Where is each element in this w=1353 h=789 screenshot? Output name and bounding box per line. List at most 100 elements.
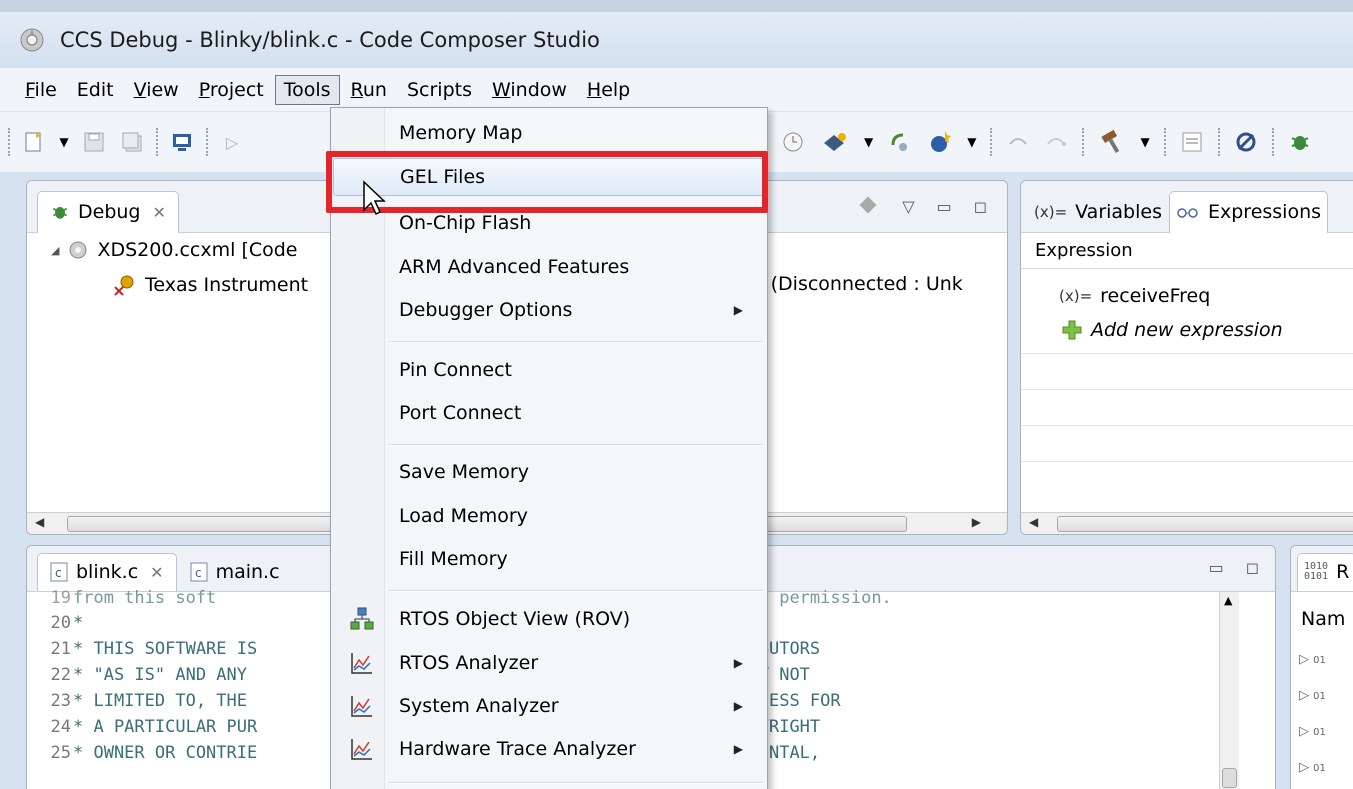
clock-icon[interactable]	[780, 129, 806, 155]
register-row[interactable]: ▷ 01	[1299, 688, 1326, 703]
minimize-icon[interactable]: ▭	[937, 197, 952, 216]
maximize-icon[interactable]: ◻	[974, 197, 987, 216]
scrollbar-thumb[interactable]	[1222, 768, 1237, 788]
menu-item-save-memory[interactable]: Save Memory	[333, 453, 765, 491]
register-icon: 01	[1313, 655, 1326, 666]
register-row[interactable]: ▷ 01	[1299, 760, 1326, 775]
tab-main-c[interactable]: c main.c	[177, 553, 293, 591]
menu-file[interactable]: File	[16, 75, 66, 105]
menu-item-pin-connect[interactable]: Pin Connect	[333, 351, 765, 389]
save-icon[interactable]	[80, 128, 108, 156]
tree-item-xds200[interactable]: ◢ XDS200.ccxml [Code	[51, 239, 298, 261]
submenu-arrow-icon: ▶	[733, 303, 743, 317]
variables-icon: (x)=	[1034, 203, 1068, 221]
step-return-icon[interactable]	[1044, 130, 1068, 154]
tab-blink-c-label: blink.c	[76, 561, 139, 583]
menu-view[interactable]: View	[125, 75, 188, 105]
dropdown-arrow-icon[interactable]: ▼	[864, 135, 873, 149]
new-target-icon[interactable]	[927, 129, 953, 155]
dropdown-arrow-icon[interactable]: ▼	[58, 128, 70, 156]
view-menu-icon[interactable]: ▽	[902, 197, 914, 216]
register-icon: 01	[1313, 727, 1326, 738]
tab-variables[interactable]: (x)= Variables	[1027, 191, 1169, 233]
svg-text:c: c	[195, 566, 202, 580]
expression-column-header[interactable]: Expression	[1021, 233, 1353, 269]
scrollbar-thumb[interactable]	[1057, 516, 1353, 532]
add-plus-icon	[1062, 320, 1082, 340]
tab-registers-label: R	[1336, 561, 1350, 583]
menu-item-arm-advanced-features[interactable]: ARM Advanced Features	[333, 248, 765, 286]
toolbar-separator	[206, 128, 208, 156]
expression-row-receivefreq[interactable]: (x)= receiveFreq	[1059, 285, 1210, 307]
menu-item-load-memory[interactable]: Load Memory	[333, 497, 765, 535]
target-connect-icon[interactable]	[820, 129, 850, 155]
save-all-icon[interactable]	[118, 128, 146, 156]
tab-blink-c[interactable]: c blink.c ✕	[37, 552, 177, 591]
tree-item-cpu[interactable]: Texas Instrument	[113, 273, 308, 297]
tab-debug[interactable]: Debug ✕	[37, 190, 179, 233]
menu-item-label: RTOS Analyzer	[399, 652, 539, 674]
toolbar-separator	[8, 128, 10, 156]
tab-registers[interactable]: 1010 0101 R	[1297, 552, 1353, 591]
remove-breakpoints-icon[interactable]	[1234, 130, 1258, 154]
target-config-icon	[69, 241, 87, 259]
remove-terminated-icon[interactable]	[856, 195, 880, 217]
minimize-icon[interactable]: ▭	[1209, 558, 1224, 577]
row-divider	[1021, 461, 1353, 462]
line-number: 19	[50, 588, 71, 608]
register-row[interactable]: ▷ 01	[1299, 652, 1326, 667]
menu-tools[interactable]: Tools	[274, 74, 340, 105]
menu-run[interactable]: Run	[342, 75, 396, 105]
menu-project[interactable]: Project	[190, 75, 273, 105]
registers-column-header[interactable]: Nam	[1301, 608, 1345, 630]
menu-item-rtos-object-view[interactable]: RTOS Object View (ROV)	[333, 600, 765, 638]
menu-item-fill-memory[interactable]: Fill Memory	[333, 540, 765, 578]
add-expression-row[interactable]: Add new expression	[1061, 319, 1283, 341]
tab-expressions[interactable]: Expressions	[1168, 190, 1329, 233]
scroll-left-icon[interactable]: ◀	[1029, 515, 1038, 529]
memory-browser-icon[interactable]	[1180, 130, 1204, 154]
resume-icon[interactable]: ▷	[218, 128, 246, 156]
menu-item-label: Load Memory	[399, 505, 528, 527]
debug-bug-icon[interactable]	[1288, 130, 1312, 154]
vertical-scrollbar[interactable]: ▲	[1219, 592, 1239, 789]
new-file-icon[interactable]	[20, 128, 48, 156]
tree-expand-icon[interactable]: ◢	[51, 244, 59, 257]
menu-item-debugger-options[interactable]: Debugger Options ▶	[333, 291, 765, 329]
row-divider	[1021, 353, 1353, 354]
close-icon[interactable]: ✕	[150, 563, 163, 582]
register-row[interactable]: ▷ 01	[1299, 724, 1326, 739]
menu-item-hardware-trace-analyzer[interactable]: Hardware Trace Analyzer ▶	[333, 730, 765, 768]
menu-item-memory-map[interactable]: Memory Map	[333, 114, 765, 152]
menu-window[interactable]: Window	[483, 75, 576, 105]
gel-files-highlight	[326, 151, 768, 213]
menu-item-system-analyzer[interactable]: System Analyzer ▶	[333, 687, 765, 725]
menu-help[interactable]: Help	[578, 75, 639, 105]
line-number: 21	[50, 639, 71, 659]
c-file-icon: c	[190, 562, 208, 582]
debug-view-icon[interactable]	[168, 128, 196, 156]
scroll-left-icon[interactable]: ◀	[35, 515, 44, 529]
dropdown-arrow-icon[interactable]: ▼	[967, 135, 976, 149]
rov-icon	[350, 607, 374, 630]
dropdown-arrow-icon[interactable]: ▼	[1140, 135, 1149, 149]
submenu-arrow-icon: ▶	[733, 656, 743, 670]
code-text: *	[73, 613, 84, 633]
registers-icon: 1010 0101	[1304, 561, 1329, 582]
row-divider	[1021, 389, 1353, 390]
step-over-icon[interactable]	[1006, 130, 1030, 154]
scroll-right-icon[interactable]: ▶	[972, 515, 981, 529]
menu-edit[interactable]: Edit	[68, 75, 123, 105]
build-hammer-icon[interactable]	[1098, 129, 1126, 155]
horizontal-scrollbar[interactable]: ◀	[1021, 512, 1353, 534]
close-icon[interactable]: ✕	[152, 203, 165, 222]
menu-item-port-connect[interactable]: Port Connect	[333, 394, 765, 432]
ccs-window: CCS Debug - Blinky/blink.c - Code Compos…	[0, 0, 1353, 789]
scroll-up-icon[interactable]: ▲	[1224, 594, 1232, 607]
menu-item-rtos-analyzer[interactable]: RTOS Analyzer ▶	[333, 644, 765, 682]
maximize-icon[interactable]: ◻	[1246, 558, 1259, 577]
refresh-target-icon[interactable]	[887, 129, 913, 155]
menu-project-mnemonic: P	[198, 78, 210, 101]
toolbar-right-group: ▼ ▼ ▼	[780, 124, 1312, 160]
menu-scripts[interactable]: Scripts	[398, 75, 481, 105]
